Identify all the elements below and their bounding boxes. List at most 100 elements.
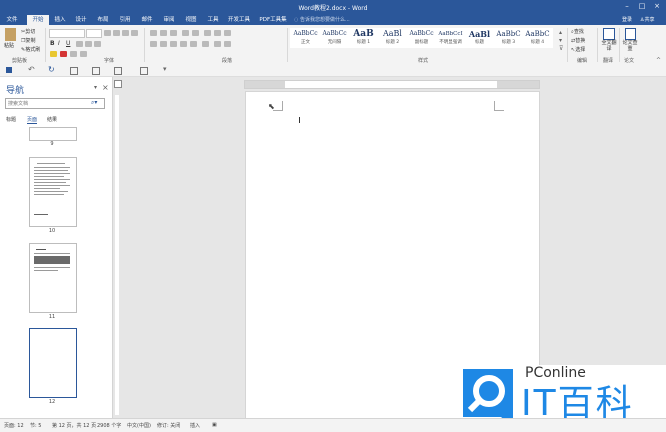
copy-button[interactable]: ❐复制	[21, 37, 36, 44]
paper-check-icon[interactable]	[625, 28, 636, 40]
style-heading-1[interactable]: AaB 标题 1	[348, 28, 379, 48]
format-painter-button[interactable]: ✎格式刷	[21, 46, 40, 53]
collapse-ribbon-icon[interactable]: ^	[656, 57, 661, 64]
open-icon[interactable]	[92, 67, 100, 75]
style-title[interactable]: AaBl 标题	[464, 28, 495, 48]
align-left-icon[interactable]	[150, 41, 157, 47]
tab-file[interactable]: 文件	[4, 15, 20, 25]
phonetic-icon[interactable]	[131, 30, 138, 36]
status-track-changes[interactable]: 修订: 关闭	[157, 422, 180, 429]
char-shading-icon[interactable]	[70, 51, 77, 57]
status-word-count[interactable]: 2908 个字	[97, 422, 121, 429]
style-normal[interactable]: AaBbCc 正文	[290, 28, 321, 48]
borders-icon[interactable]	[224, 41, 231, 47]
paste-label[interactable]: 粘贴	[4, 42, 14, 49]
clear-format-icon[interactable]	[122, 30, 129, 36]
replace-button[interactable]: ⇄替换	[571, 37, 585, 44]
highlight-icon[interactable]	[50, 51, 57, 57]
nav-tab-pages[interactable]: 页面	[27, 116, 38, 124]
chinese-layout-icon[interactable]	[204, 30, 211, 36]
tab-references[interactable]: 引用	[117, 15, 133, 25]
cut-button[interactable]: ✂剪切	[21, 28, 35, 35]
select-button[interactable]: ↖选择	[571, 46, 585, 53]
superscript-icon[interactable]	[94, 41, 101, 47]
status-language[interactable]: 中文(中国)	[127, 422, 151, 429]
nav-tab-headings[interactable]: 标题	[6, 116, 16, 123]
font-name-box[interactable]	[49, 29, 85, 38]
share-button[interactable]: ♙共享	[640, 15, 655, 25]
redo-icon[interactable]: ↻	[48, 65, 55, 74]
bold-icon[interactable]: B	[50, 40, 55, 47]
paste-icon[interactable]	[5, 28, 16, 41]
translate-icon[interactable]	[603, 28, 615, 40]
new-doc-icon[interactable]	[70, 67, 78, 75]
font-size-box[interactable]	[86, 29, 102, 38]
align-right-icon[interactable]	[170, 41, 177, 47]
customize-qat-icon[interactable]: ▾	[163, 65, 167, 73]
justify-icon[interactable]	[180, 41, 187, 47]
macro-record-icon[interactable]: ▣	[212, 422, 217, 428]
sort-icon[interactable]	[214, 30, 221, 36]
tab-review[interactable]: 审阅	[161, 15, 177, 25]
increase-indent-icon[interactable]	[192, 30, 199, 36]
page-thumbnail[interactable]	[29, 243, 77, 313]
quick-print-icon[interactable]	[140, 67, 148, 75]
paper-check-button[interactable]: 论文查重	[622, 40, 638, 52]
align-center-icon[interactable]	[160, 41, 167, 47]
minimize-icon[interactable]: –	[621, 2, 633, 11]
nav-search-box[interactable]: 搜索文档 ⌕▾	[5, 98, 105, 109]
tab-developer[interactable]: 开发工具	[227, 15, 251, 25]
line-spacing-icon[interactable]	[202, 41, 209, 47]
tab-home[interactable]: 开始	[27, 15, 49, 25]
status-section[interactable]: 节: 5	[30, 422, 41, 429]
tab-design[interactable]: 设计	[73, 15, 89, 25]
italic-icon[interactable]: I	[58, 40, 60, 47]
maximize-icon[interactable]: □	[636, 2, 648, 11]
tab-pdf-tools[interactable]: PDF工具集	[257, 15, 289, 25]
page-thumbnail-selected[interactable]	[29, 328, 77, 398]
style-heading-2[interactable]: AaBl 标题 2	[377, 28, 408, 48]
numbering-icon[interactable]	[160, 30, 167, 36]
nav-options-icon[interactable]: ▾	[94, 84, 97, 91]
sign-in-link[interactable]: 登录	[622, 15, 632, 25]
show-marks-icon[interactable]	[224, 30, 231, 36]
search-icon[interactable]: ⌕▾	[91, 99, 97, 107]
nav-tab-results[interactable]: 结果	[47, 116, 57, 123]
tab-insert[interactable]: 插入	[52, 15, 68, 25]
font-color-icon[interactable]	[60, 51, 67, 57]
style-heading-3[interactable]: AaBbC 标题 3	[493, 28, 524, 48]
styles-scroll-icon[interactable]: ▴ ▾ ⊽	[559, 29, 563, 53]
shrink-font-icon[interactable]	[113, 30, 120, 36]
subscript-icon[interactable]	[85, 41, 92, 47]
page-thumbnail[interactable]	[29, 127, 77, 141]
undo-icon[interactable]: ↶	[28, 65, 35, 74]
tab-mailings[interactable]: 邮件	[139, 15, 155, 25]
page-thumbnail[interactable]	[29, 157, 77, 227]
status-page[interactable]: 页面: 12	[4, 422, 24, 429]
shading-icon[interactable]	[214, 41, 221, 47]
style-heading-4[interactable]: AaBbC 标题 4	[522, 28, 553, 48]
full-text-translate-button[interactable]: 全文翻译	[601, 40, 617, 52]
nav-close-icon[interactable]: ×	[102, 83, 109, 92]
tab-stop-selector-icon[interactable]	[114, 80, 122, 88]
multilevel-list-icon[interactable]	[170, 30, 177, 36]
status-page-of[interactable]: 第 12 页，共 12 页	[52, 422, 96, 429]
close-icon[interactable]: ×	[651, 2, 663, 11]
strikethrough-icon[interactable]	[76, 41, 83, 47]
tab-view[interactable]: 视图	[183, 15, 199, 25]
underline-icon[interactable]: U	[66, 40, 70, 47]
find-button[interactable]: ⌕查找	[571, 28, 584, 35]
decrease-indent-icon[interactable]	[182, 30, 189, 36]
status-insert-mode[interactable]: 插入	[190, 422, 200, 429]
distribute-icon[interactable]	[190, 41, 197, 47]
save-icon[interactable]	[6, 67, 12, 73]
tell-me-search[interactable]: ◌ 告诉我您想要做什么...	[294, 15, 350, 25]
char-border-icon[interactable]	[80, 51, 87, 57]
style-no-spacing[interactable]: AaBbCc 无间隔	[319, 28, 350, 48]
bullets-icon[interactable]	[150, 30, 157, 36]
tab-layout[interactable]: 布局	[95, 15, 111, 25]
tab-tools[interactable]: 工具	[205, 15, 221, 25]
print-preview-icon[interactable]	[114, 67, 122, 75]
style-subtitle[interactable]: AaBbCc 副标题	[406, 28, 437, 48]
style-subtle-emphasis[interactable]: AaBbCcI 不明显强调	[435, 28, 466, 48]
